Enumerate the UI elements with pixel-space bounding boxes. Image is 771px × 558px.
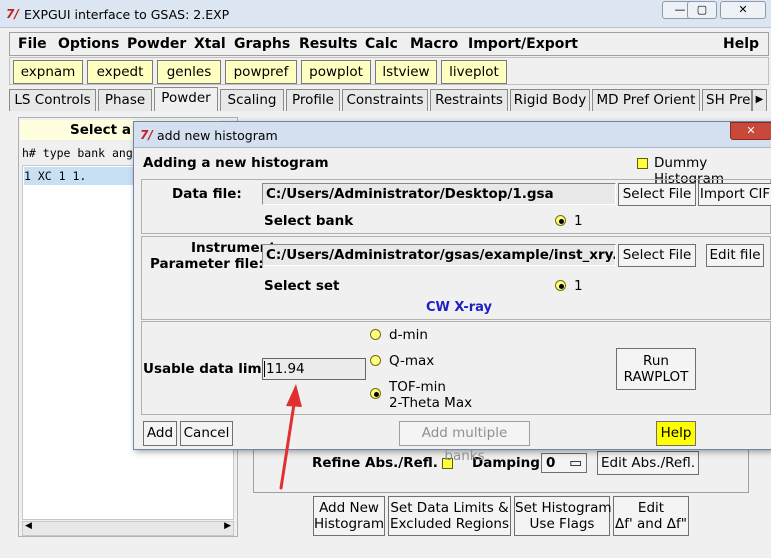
menu-calc[interactable]: Calc <box>365 36 398 52</box>
menu-graphs[interactable]: Graphs <box>234 36 290 52</box>
data-file-field[interactable]: C:/Users/Administrator/Desktop/1.gsa <box>262 183 616 205</box>
dialog-close-button[interactable]: ✕ <box>730 122 771 140</box>
instrument-label-2: Parameter file: <box>150 256 264 272</box>
tab-bar: LS Controls Phase Powder Scaling Profile… <box>9 87 769 111</box>
menu-help[interactable]: Help <box>723 36 759 52</box>
edit-instrument-file-button[interactable]: Edit file <box>706 244 764 267</box>
add-multiple-banks-button[interactable]: Add multiple banks <box>399 421 530 464</box>
lstview-button[interactable]: lstview <box>375 60 437 84</box>
tab-profile[interactable]: Profile <box>286 89 340 111</box>
damping-value: 0 <box>546 455 556 471</box>
close-window-button[interactable]: ✕ <box>720 1 766 19</box>
refine-abs-label: Refine Abs./Refl. <box>312 455 438 471</box>
tab-scroll-right-icon[interactable]: ▶ <box>752 89 767 111</box>
instrument-file-field[interactable]: C:/Users/Administrator/gsas/example/inst… <box>262 244 616 266</box>
bank-radio-1[interactable] <box>555 215 566 226</box>
refine-abs-frame: Refine Abs./Refl. Damping 0 ▭ Edit Abs./… <box>253 447 749 493</box>
histogram-hscrollbar[interactable]: ◀ ▶ <box>22 521 234 536</box>
scroll-right-icon[interactable]: ▶ <box>224 521 231 531</box>
help-button[interactable]: Help <box>656 421 696 446</box>
tof-min-radio[interactable] <box>370 388 381 399</box>
dummy-histogram-checkbox[interactable] <box>637 158 648 169</box>
toolbar: expnam expedt genles powpref powplot lst… <box>9 57 769 85</box>
scroll-left-icon[interactable]: ◀ <box>25 521 32 531</box>
maximize-button[interactable]: ▢ <box>687 1 717 19</box>
damping-menubutton[interactable]: 0 ▭ <box>541 453 587 473</box>
tab-ls-controls[interactable]: LS Controls <box>9 89 96 111</box>
tof-min-label: TOF-min <box>389 379 446 395</box>
data-file-label: Data file: <box>172 186 242 202</box>
liveplot-button[interactable]: liveplot <box>441 60 507 84</box>
usable-data-limit-input[interactable]: 11.94 <box>262 358 366 380</box>
tab-rigid-body[interactable]: Rigid Body <box>510 89 590 111</box>
set-data-limits-button[interactable]: Set Data Limits & Excluded Regions <box>388 496 511 536</box>
add-button[interactable]: Add <box>143 421 177 446</box>
genles-button[interactable]: genles <box>157 60 221 84</box>
dialog-title-bar: 7/ add new histogram ✕ <box>134 122 771 148</box>
tk-dialog-icon: 7/ <box>140 128 153 142</box>
menu-macro[interactable]: Macro <box>410 36 458 52</box>
tab-sh-pref[interactable]: SH Pre <box>702 89 752 111</box>
main-title-bar: 7/ EXPGUI interface to GSAS: 2.EXP — ▢ ✕ <box>0 0 771 28</box>
select-data-file-button[interactable]: Select File <box>618 183 696 206</box>
expedt-button[interactable]: expedt <box>87 60 153 84</box>
tab-constraints[interactable]: Constraints <box>342 89 428 111</box>
tab-phase[interactable]: Phase <box>98 89 152 111</box>
select-instrument-file-button[interactable]: Select File <box>618 244 696 267</box>
radiation-type: CW X-ray <box>426 300 493 315</box>
menu-import-export[interactable]: Import/Export <box>468 36 578 52</box>
powplot-button[interactable]: powplot <box>301 60 371 84</box>
menu-results[interactable]: Results <box>299 36 357 52</box>
tab-md-pref-orient[interactable]: MD Pref Orient <box>592 89 700 111</box>
set-histogram-use-flags-button[interactable]: Set Histogram Use Flags <box>514 496 612 536</box>
edit-f-prime-button[interactable]: Edit Δf' and Δf" <box>613 496 689 536</box>
usable-data-limit-label: Usable data limit: <box>143 361 279 377</box>
window-title: EXPGUI interface to GSAS: 2.EXP <box>24 7 230 22</box>
import-cif-button[interactable]: Import CIF <box>698 183 771 206</box>
add-new-histogram-button[interactable]: Add New Histogram <box>313 496 385 536</box>
bank-option-label: 1 <box>574 213 583 229</box>
powpref-button[interactable]: powpref <box>225 60 297 84</box>
menu-bar: File Options Powder Xtal Graphs Results … <box>9 32 769 56</box>
tab-restraints[interactable]: Restraints <box>430 89 508 111</box>
menu-file[interactable]: File <box>18 36 47 52</box>
menu-xtal[interactable]: Xtal <box>194 36 226 52</box>
histogram-columns: h# type bank ang <box>22 146 133 160</box>
dialog-title: add new histogram <box>157 128 278 143</box>
tab-scaling[interactable]: Scaling <box>220 89 284 111</box>
dmin-label: d-min <box>389 327 428 343</box>
qmax-label: Q-max <box>389 353 435 369</box>
dialog-heading: Adding a new histogram <box>143 155 329 171</box>
run-rawplot-button[interactable]: Run RAWPLOT <box>616 348 696 390</box>
tab-powder[interactable]: Powder <box>154 87 218 111</box>
tk-app-icon: 7/ <box>6 7 19 21</box>
edit-abs-refl-button[interactable]: Edit Abs./Refl. <box>597 451 699 475</box>
menu-options[interactable]: Options <box>58 36 119 52</box>
set-radio-1[interactable] <box>555 280 566 291</box>
expnam-button[interactable]: expnam <box>13 60 83 84</box>
usable-data-limit-value: 11.94 <box>264 361 305 377</box>
dmin-radio[interactable] <box>370 329 381 340</box>
select-bank-label: Select bank <box>264 213 354 229</box>
add-histogram-dialog: 7/ add new histogram ✕ Adding a new hist… <box>133 121 771 464</box>
qmax-radio[interactable] <box>370 355 381 366</box>
cancel-button[interactable]: Cancel <box>180 421 233 446</box>
dropdown-icon: ▭ <box>569 455 582 471</box>
select-set-label: Select set <box>264 278 340 294</box>
menu-powder[interactable]: Powder <box>127 36 186 52</box>
two-theta-max-label: 2-Theta Max <box>389 395 473 411</box>
set-option-label: 1 <box>574 278 583 294</box>
